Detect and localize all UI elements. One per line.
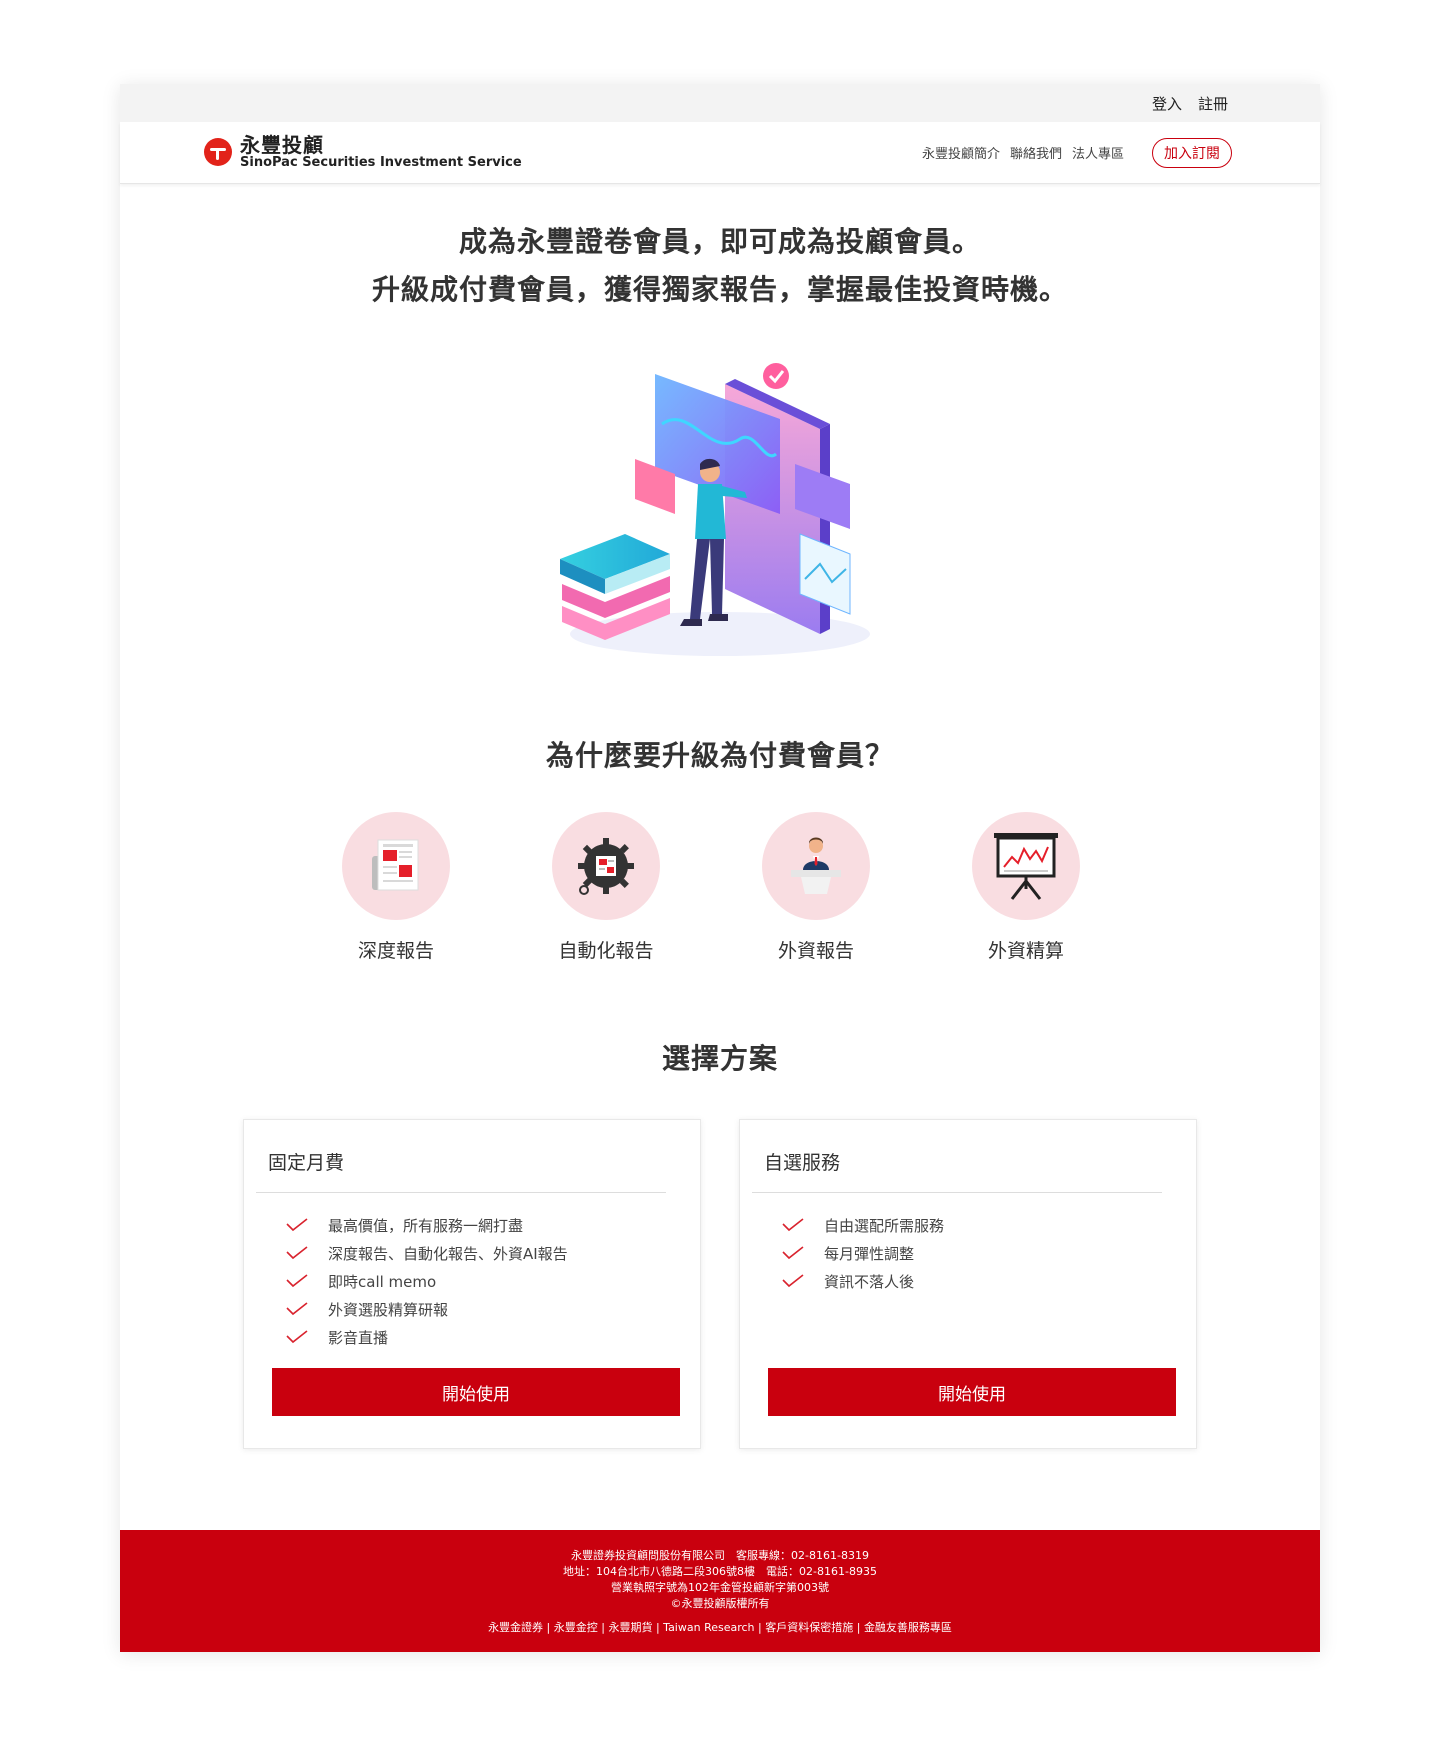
sinopac-logo-icon <box>204 138 232 167</box>
site-header: 永豐投顧 SinoPac Securities Investment Servi… <box>120 122 1320 184</box>
footer-link-privacy[interactable]: 客戶資料保密措施 <box>765 1621 853 1634</box>
plan-feature-item: 最高價值，所有服務一網打盡 <box>286 1211 700 1239</box>
start-custom-button[interactable]: 開始使用 <box>768 1368 1176 1416</box>
hero-headline: 成為永豐證卷會員，即可成為投顧會員。 升級成付費會員，獲得獨家報告，掌握最佳投資… <box>120 218 1320 314</box>
footer-link-securities[interactable]: 永豐金證券 <box>488 1621 543 1634</box>
register-link[interactable]: 註冊 <box>1198 93 1228 114</box>
check-icon <box>286 1302 308 1316</box>
main-nav: 永豐投顧簡介 聯絡我們 法人專區 加入訂閱 <box>922 137 1232 168</box>
plan-feature-item: 深度報告、自動化報告、外資AI報告 <box>286 1239 700 1267</box>
footer-link-holding[interactable]: 永豐金控 <box>554 1621 598 1634</box>
plan-feature-item: 即時call memo <box>286 1267 700 1295</box>
plan-feature-item: 外資選股精算研報 <box>286 1295 700 1323</box>
plan-feature-list: 最高價值，所有服務一網打盡 深度報告、自動化報告、外資AI報告 即時call m… <box>244 1193 700 1351</box>
brand-logo[interactable]: 永豐投顧 SinoPac Securities Investment Servi… <box>204 135 522 170</box>
plan-name: 自選服務 <box>764 1152 841 1174</box>
start-monthly-button[interactable]: 開始使用 <box>272 1368 680 1416</box>
hero-line-1: 成為永豐證卷會員，即可成為投顧會員。 <box>458 225 981 258</box>
check-icon <box>782 1218 804 1232</box>
footer-address: 地址：104台北市八德路二段306號8樓 電話：02-8161-8935 <box>563 1565 877 1578</box>
feature-list: 深度報告 自動化報告 外資報告 外資精算 <box>102 812 1320 963</box>
check-icon <box>782 1274 804 1288</box>
brand-name-zh: 永豐投顧 <box>240 133 324 158</box>
gear-report-icon <box>578 838 634 895</box>
plan-card-monthly: 固定月費 最高價值，所有服務一網打盡 深度報告、自動化報告、外資AI報告 即時c… <box>243 1119 701 1449</box>
footer-link-taiwan-research[interactable]: Taiwan Research <box>663 1621 754 1634</box>
feature-deep-report: 深度報告 <box>342 812 450 963</box>
hero-illustration <box>560 363 870 656</box>
brand-name-en: SinoPac Securities Investment Service <box>240 155 522 171</box>
why-upgrade-title: 為什麼要升級為付費會員？ <box>545 739 894 772</box>
site-footer: 永豐證券投資顧問股份有限公司 客服專線：02-8161-8319 地址：104台… <box>120 1530 1320 1652</box>
plan-feature-item: 影音直播 <box>286 1323 700 1351</box>
utility-bar: 登入 註冊 <box>120 84 1320 122</box>
chart-board-icon <box>994 833 1058 900</box>
choose-plan-title: 選擇方案 <box>661 1042 778 1075</box>
feature-foreign-calc: 外資精算 <box>972 812 1080 963</box>
plan-card-custom: 自選服務 自由選配所需服務 每月彈性調整 資訊不落人後 開始使用 <box>739 1119 1197 1449</box>
page-frame: 登入 註冊 永豐投顧 SinoPac Securities Investment… <box>120 84 1320 1652</box>
plan-feature-item: 自由選配所需服務 <box>782 1211 1196 1239</box>
check-icon <box>286 1218 308 1232</box>
login-link[interactable]: 登入 <box>1152 93 1182 114</box>
feature-foreign-report: 外資報告 <box>762 812 870 963</box>
presenter-icon <box>791 837 841 894</box>
footer-link-futures[interactable]: 永豐期貨 <box>608 1621 652 1634</box>
newspaper-icon <box>372 839 419 891</box>
hero-line-2: 升級成付費會員，獲得獨家報告，掌握最佳投資時機。 <box>371 273 1068 306</box>
footer-links: 永豐金證券 | 永豐金控 | 永豐期貨 | Taiwan Research | … <box>488 1621 952 1634</box>
plan-name: 固定月費 <box>268 1152 345 1174</box>
check-icon <box>286 1330 308 1344</box>
nav-about[interactable]: 永豐投顧簡介 <box>922 143 1000 162</box>
check-icon <box>286 1246 308 1260</box>
plan-list: 固定月費 最高價值，所有服務一網打盡 深度報告、自動化報告、外資AI報告 即時c… <box>120 1119 1320 1449</box>
plan-feature-list: 自由選配所需服務 每月彈性調整 資訊不落人後 <box>740 1193 1196 1295</box>
feature-label: 外資精算 <box>987 940 1064 962</box>
feature-auto-report: 自動化報告 <box>552 812 660 963</box>
footer-copyright: ©永豐投顧版權所有 <box>670 1597 770 1610</box>
feature-label: 外資報告 <box>777 940 854 962</box>
plan-feature-item: 每月彈性調整 <box>782 1239 1196 1267</box>
check-icon <box>782 1246 804 1260</box>
subscribe-button[interactable]: 加入訂閱 <box>1152 137 1232 168</box>
plan-feature-item: 資訊不落人後 <box>782 1267 1196 1295</box>
footer-license: 營業執照字號為102年金管投顧新字第003號 <box>611 1581 829 1594</box>
footer-link-friendly-service[interactable]: 金融友善服務專區 <box>864 1621 952 1634</box>
feature-label: 深度報告 <box>357 940 434 962</box>
footer-company: 永豐證券投資顧問股份有限公司 客服專線：02-8161-8319 <box>571 1549 869 1562</box>
nav-contact[interactable]: 聯絡我們 <box>1010 143 1062 162</box>
check-icon <box>286 1274 308 1288</box>
feature-label: 自動化報告 <box>558 940 654 962</box>
nav-institutional[interactable]: 法人專區 <box>1072 143 1124 162</box>
